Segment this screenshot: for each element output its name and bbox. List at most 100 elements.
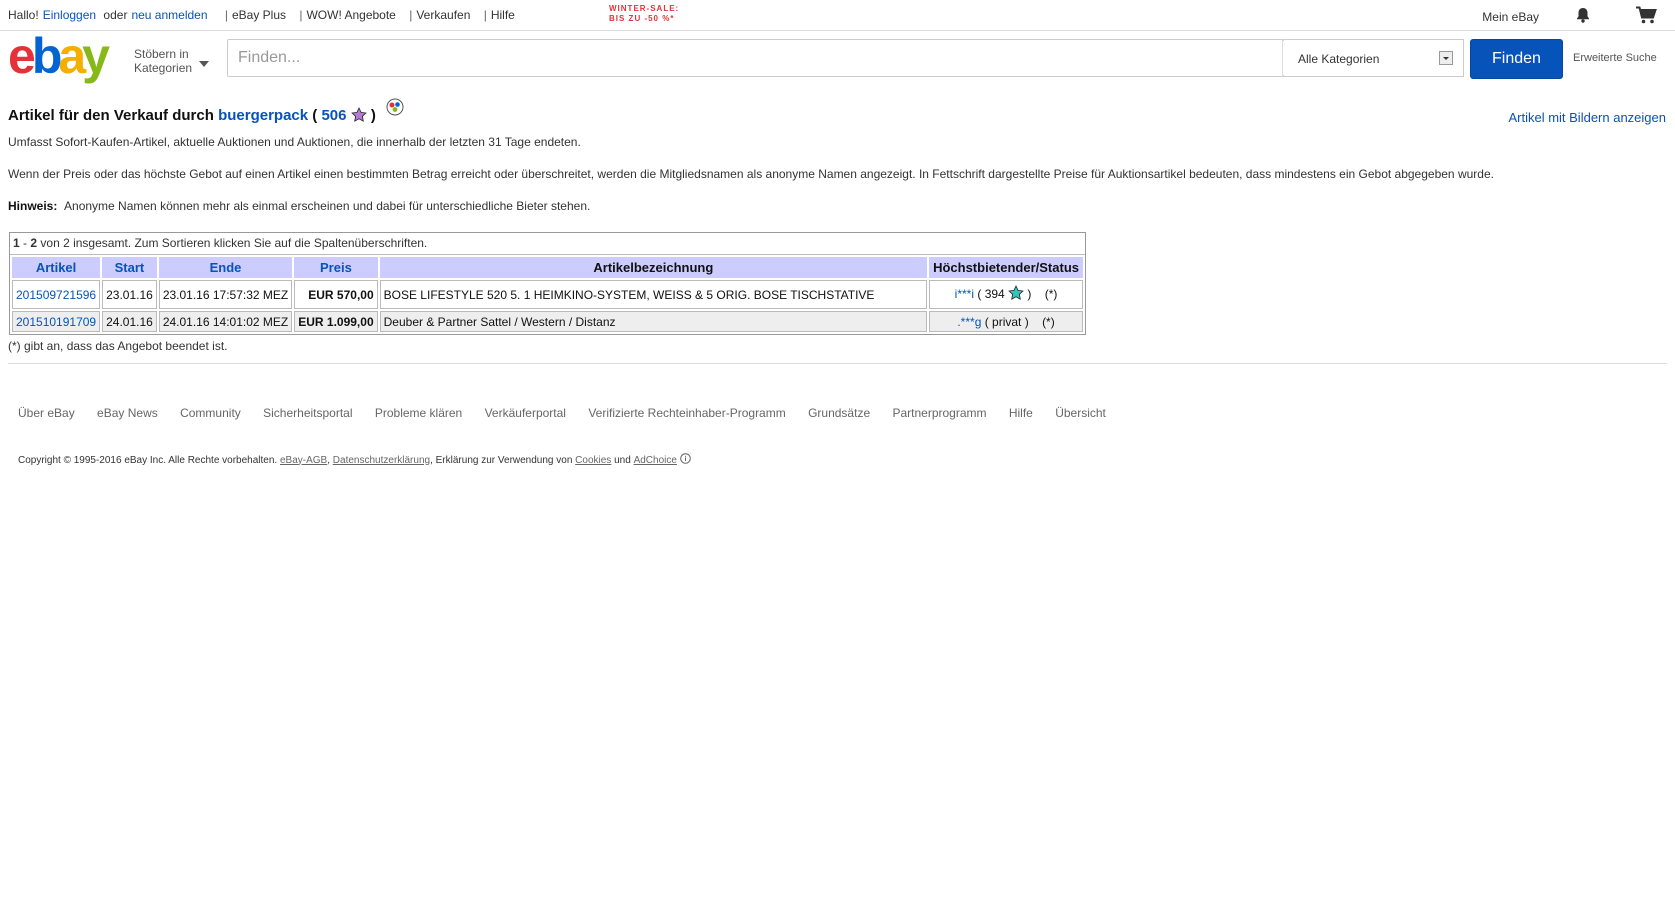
sale-line-1: WINTER-SALE: (609, 4, 680, 13)
column-header-price[interactable]: Preis (294, 257, 378, 278)
footer-link-community[interactable]: Community (180, 406, 241, 420)
footer-link-seller-portal[interactable]: Verkäuferportal (485, 406, 566, 420)
top-right: Mein eBay (1482, 6, 1657, 27)
adchoice-link[interactable]: AdChoice (634, 455, 677, 466)
adchoice-icon[interactable] (679, 453, 691, 467)
item-number-cell: 201510191709 (12, 311, 101, 332)
table-row: 201510191709 24.01.16 24.01.16 14:01:02 … (12, 311, 1083, 332)
title-prefix: Artikel für den Verkauf durch (8, 107, 214, 124)
item-number-cell: 201509721596 (12, 280, 101, 309)
end-cell: 24.01.16 14:01:02 MEZ (158, 311, 293, 332)
browse-categories[interactable]: Stöbern in Kategorien (134, 47, 192, 75)
bidder-link[interactable]: i***i (955, 287, 974, 301)
search-input[interactable] (229, 41, 1284, 75)
status-marker: (*) (1044, 287, 1058, 301)
footer-links: Über eBay eBay News Community Sicherheit… (18, 406, 1125, 420)
and-text: und (614, 454, 631, 466)
purple-star-icon (350, 107, 367, 127)
footer-link-about[interactable]: Über eBay (18, 406, 75, 420)
chevron-down-icon[interactable] (198, 56, 210, 71)
winter-sale-banner[interactable]: WINTER-SALE: BIS ZU -50 %* (609, 4, 679, 24)
item-number-link[interactable]: 201510191709 (16, 315, 96, 329)
cart-icon[interactable] (1635, 6, 1657, 27)
top-links: Hallo! Einloggen oder neu anmelden | eBay P… (8, 8, 515, 22)
cookie-text: Erklärung zur Verwendung von (435, 454, 573, 466)
item-title-cell: Deuber & Partner Sattel / Western / Dist… (379, 311, 928, 332)
header: ebay Stöbern in Kategorien Alle Kategori… (0, 28, 1675, 87)
footer-link-resolution[interactable]: Probleme klären (375, 406, 462, 420)
copyright-text: Copyright © 1995-2016 eBay Inc. Alle Rec… (18, 454, 278, 466)
price-cell: EUR 570,00 (294, 280, 378, 309)
column-header-title: Artikelbezeichnung (379, 257, 928, 278)
range-to: 2 (30, 236, 38, 250)
greeting: Hallo! (8, 8, 39, 22)
footer-link-news[interactable]: eBay News (97, 406, 158, 420)
column-header-item[interactable]: Artikel (12, 257, 101, 278)
ebay-plus-link[interactable]: eBay Plus (232, 8, 286, 22)
bidder-info: privat (992, 314, 1022, 329)
svg-text:ebay: ebay (8, 35, 110, 84)
seller-score-link[interactable]: 506 (321, 107, 346, 124)
ebay-logo[interactable]: ebay (8, 28, 128, 85)
cookies-link[interactable]: Cookies (575, 455, 611, 466)
info-paragraph-1: Umfasst Sofort-Kaufen-Artikel, aktuelle … (8, 135, 581, 149)
browse-line-1: Stöbern in (134, 47, 189, 61)
info-paragraph-2: Wenn der Preis oder das höchste Gebot au… (8, 167, 1494, 181)
price-cell: EUR 1.099,00 (294, 311, 378, 332)
search-box (227, 39, 1284, 77)
advanced-search-link[interactable]: Erweiterte Suche (1573, 52, 1657, 64)
footer-link-partner[interactable]: Partnerprogramm (892, 406, 986, 420)
status-marker: (*) (1042, 314, 1055, 329)
page-title: Artikel für den Verkauf durch buergerpac… (8, 98, 404, 127)
items-grid: Artikel Start Ende Preis Artikelbezeichn… (10, 255, 1085, 334)
end-cell: 23.01.16 17:57:32 MEZ (158, 280, 293, 309)
range-from: 1 (13, 236, 20, 250)
copyright: Copyright © 1995-2016 eBay Inc. Alle Rec… (18, 453, 691, 467)
footer-link-vero[interactable]: Verifizierte Rechteinhaber-Programm (588, 406, 785, 420)
column-header-bidder: Höchstbietender/Status (929, 257, 1083, 278)
table-caption: 1 - 2 von 2 insgesamt. Zum Sortieren kli… (10, 233, 1085, 255)
category-select[interactable]: Alle Kategorien (1282, 39, 1464, 77)
show-pictures-link[interactable]: Artikel mit Bildern anzeigen (1508, 110, 1666, 125)
top-bar: Hallo! Einloggen oder neu anmelden | eBay P… (0, 0, 1675, 31)
items-table: 1 - 2 von 2 insgesamt. Zum Sortieren kli… (9, 232, 1086, 335)
wow-offers-link[interactable]: WOW! Angebote (306, 8, 395, 22)
agb-link[interactable]: eBay-AGB (280, 455, 327, 466)
login-link[interactable]: Einloggen (43, 8, 96, 22)
privacy-link[interactable]: Datenschutzerklärung (333, 455, 430, 466)
start-cell: 23.01.16 (102, 280, 157, 309)
dropdown-arrow-icon[interactable] (1439, 51, 1453, 65)
turquoise-star-icon (1008, 285, 1024, 304)
seller-link[interactable]: buergerpack (218, 107, 308, 124)
column-header-end[interactable]: Ende (158, 257, 293, 278)
caption-text: von 2 insgesamt. Zum Sortieren klicken S… (40, 236, 428, 250)
divider (8, 363, 1667, 364)
footer-link-help[interactable]: Hilfe (1009, 406, 1033, 420)
register-link[interactable]: neu anmelden (131, 8, 207, 22)
table-row: 201509721596 23.01.16 23.01.16 17:57:32 … (12, 280, 1083, 309)
footer-link-policies[interactable]: Grundsätze (808, 406, 870, 420)
hint-paragraph: Hinweis: Anonyme Namen können mehr als e… (8, 199, 590, 213)
bidder-cell: i***i ( 394 ) (*) (929, 280, 1083, 309)
or-text: oder (103, 8, 128, 22)
hint-text: Anonyme Namen können mehr als einmal ers… (64, 199, 591, 213)
column-header-start[interactable]: Start (102, 257, 157, 278)
footer-link-security[interactable]: Sicherheitsportal (263, 406, 352, 420)
item-title-cell: BOSE LIFESTYLE 520 5. 1 HEIMKINO-SYSTEM,… (379, 280, 928, 309)
browse-line-2: Kategorien (134, 61, 193, 75)
help-link[interactable]: Hilfe (491, 8, 515, 22)
sell-link[interactable]: Verkaufen (416, 8, 470, 22)
find-button[interactable]: Finden (1470, 39, 1563, 79)
sale-line-2: BIS ZU -50 %* (609, 14, 675, 23)
footer-link-sitemap[interactable]: Übersicht (1055, 406, 1106, 420)
bidder-score: 394 (984, 287, 1005, 301)
bell-icon[interactable] (1575, 7, 1591, 26)
bidder-cell: .***g ( privat ) (*) (929, 311, 1083, 332)
status-note: (*) gibt an, dass das Angebot beendet is… (8, 339, 228, 353)
item-number-link[interactable]: 201509721596 (16, 288, 96, 302)
start-cell: 24.01.16 (102, 311, 157, 332)
bidder-link[interactable]: .***g (957, 315, 981, 329)
my-ebay-link[interactable]: Mein eBay (1482, 10, 1539, 24)
me-badge-icon[interactable] (386, 98, 404, 120)
table-header-row: Artikel Start Ende Preis Artikelbezeichn… (12, 257, 1083, 278)
